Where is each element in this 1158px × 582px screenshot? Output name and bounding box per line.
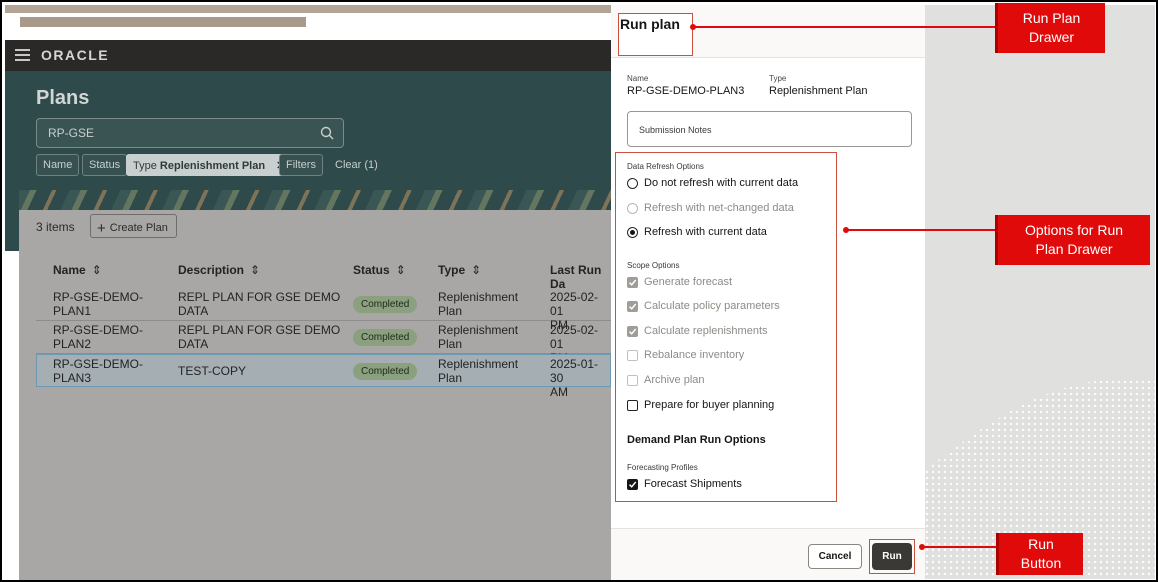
cell-type: Replenishment Plan <box>438 290 519 318</box>
check-icon <box>628 328 637 335</box>
callout-line-run <box>919 544 998 550</box>
cell-type: Replenishment Plan <box>438 357 519 385</box>
cell-last-run: 2025-01-30 AM <box>550 357 599 399</box>
radio-no-refresh-label: Do not refresh with current data <box>644 177 799 189</box>
generate-forecast-label: Generate forecast <box>644 276 733 288</box>
decorative-pattern <box>19 190 611 210</box>
scope-label: Scope Options <box>627 261 680 270</box>
buyer-planning-label: Prepare for buyer planning <box>644 399 775 411</box>
callout-run-plan-drawer: Run Plan Drawer <box>995 3 1105 53</box>
table-row-selected[interactable]: RP-GSE-DEMO- PLAN3 TEST-COPY Completed Re… <box>36 354 611 399</box>
radio-no-refresh[interactable] <box>627 178 638 189</box>
hamburger-menu-icon[interactable] <box>15 49 30 61</box>
sort-icon: ⇕ <box>250 263 261 277</box>
status-badge: Completed <box>353 329 418 346</box>
cell-name: RP-GSE-DEMO- PLAN2 <box>53 323 143 351</box>
search-icon[interactable] <box>320 126 334 140</box>
search-input[interactable]: RP-GSE <box>36 118 344 148</box>
oracle-logo: ORACLE <box>41 47 110 63</box>
cell-type: Replenishment Plan <box>438 323 519 351</box>
status-badge: Completed <box>353 363 418 380</box>
demand-plan-title: Demand Plan Run Options <box>627 434 766 446</box>
checkbox-policy-parameters <box>627 301 638 312</box>
submission-notes-placeholder: Submission Notes <box>639 125 712 135</box>
cell-description: REPL PLAN FOR GSE DEMO DATA <box>178 323 341 351</box>
filter-chip-status[interactable]: Status <box>82 154 128 176</box>
filter-type-value: Replenishment Plan <box>159 160 266 172</box>
check-icon <box>628 303 637 310</box>
archive-label: Archive plan <box>644 374 705 386</box>
run-button[interactable]: Run <box>872 543 912 570</box>
sort-icon: ⇕ <box>91 263 102 277</box>
cell-description: TEST-COPY <box>178 364 247 378</box>
radio-current-data-label: Refresh with current data <box>644 226 767 238</box>
drawer-title: Run plan <box>620 16 680 32</box>
callout-run-button: Run Button <box>996 533 1083 575</box>
column-header-description[interactable]: Description ⇕ <box>178 263 260 277</box>
cell-description: REPL PLAN FOR GSE DEMO DATA <box>178 290 341 318</box>
sort-icon: ⇕ <box>471 263 482 277</box>
create-plan-button[interactable]: + Create Plan <box>90 214 177 238</box>
clear-filters-link[interactable]: Clear (1) <box>335 159 378 171</box>
name-label: Name <box>627 74 649 83</box>
column-header-status[interactable]: Status ⇕ <box>353 263 406 277</box>
filter-chip-type[interactable]: Type Replenishment Plan ✕ <box>126 154 293 176</box>
check-icon <box>628 279 637 286</box>
type-value: Replenishment Plan <box>769 85 868 97</box>
cancel-button[interactable]: Cancel <box>808 544 862 569</box>
submission-notes-field[interactable]: Submission Notes <box>627 111 912 147</box>
table-row[interactable]: RP-GSE-DEMO- PLAN2 REPL PLAN FOR GSE DEMO… <box>36 321 611 365</box>
column-header-last-run[interactable]: Last Run Da <box>550 263 611 291</box>
run-plan-drawer: Run plan Name RP-GSE-DEMO-PLAN3 Type Rep… <box>611 5 925 580</box>
callout-options: Options for Run Plan Drawer <box>995 215 1150 265</box>
page-title: Plans <box>36 87 90 109</box>
radio-net-changed-label: Refresh with net-changed data <box>644 202 794 214</box>
sort-icon: ⇕ <box>395 263 406 277</box>
create-plan-label: Create Plan <box>109 222 168 234</box>
cell-name: RP-GSE-DEMO- PLAN3 <box>53 357 143 385</box>
status-badge: Completed <box>353 296 418 313</box>
checkbox-generate-forecast <box>627 277 638 288</box>
callout-line-drawer <box>690 24 997 30</box>
data-refresh-label: Data Refresh Options <box>627 162 704 171</box>
results-panel <box>19 210 611 580</box>
column-header-name[interactable]: Name ⇕ <box>53 263 102 277</box>
rebalance-label: Rebalance inventory <box>644 349 745 361</box>
checkbox-buyer-planning[interactable] <box>627 400 638 411</box>
callout-line-options <box>843 227 997 233</box>
name-value: RP-GSE-DEMO-PLAN3 <box>627 85 745 97</box>
filter-chip-name[interactable]: Name <box>36 154 80 176</box>
checkbox-archive <box>627 375 638 386</box>
forecast-shipments-label: Forecast Shipments <box>644 478 742 490</box>
items-count: 3 items <box>36 220 75 234</box>
replenishments-label: Calculate replenishments <box>644 325 768 337</box>
forecasting-profiles-label: Forecasting Profiles <box>627 463 698 472</box>
column-header-type[interactable]: Type ⇕ <box>438 263 481 277</box>
check-icon <box>628 481 637 488</box>
cell-name: RP-GSE-DEMO- PLAN1 <box>53 290 143 318</box>
checkbox-replenishments <box>627 326 638 337</box>
drawer-header: Run plan <box>611 5 925 58</box>
filter-type-prefix: Type <box>133 160 157 172</box>
radio-net-changed <box>627 203 638 214</box>
drawer-footer: Cancel Run <box>611 528 925 580</box>
checkbox-forecast-shipments[interactable] <box>627 479 638 490</box>
filter-chip-filters[interactable]: Filters <box>279 154 323 176</box>
type-label: Type <box>769 74 787 83</box>
decorative-bar-short <box>20 17 306 27</box>
search-value: RP-GSE <box>48 126 95 140</box>
brand-bar: ORACLE <box>5 40 611 71</box>
checkbox-rebalance <box>627 350 638 361</box>
plus-icon: + <box>97 220 106 237</box>
oracle-plans-page: ORACLE Plans RP-GSE Name Status Type Rep… <box>5 40 611 580</box>
policy-parameters-label: Calculate policy parameters <box>644 300 780 312</box>
table-row[interactable]: RP-GSE-DEMO- PLAN1 REPL PLAN FOR GSE DEMO… <box>36 288 611 332</box>
radio-current-data[interactable] <box>627 227 638 238</box>
